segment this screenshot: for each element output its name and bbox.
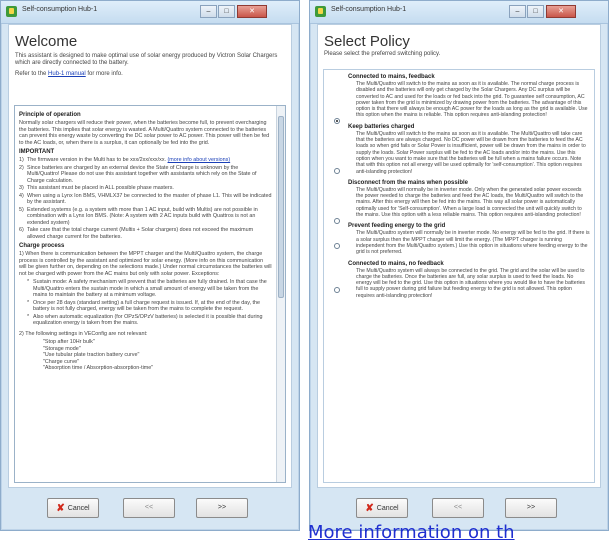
cancel-x-icon: ✘ — [365, 503, 374, 514]
important-item: 4) When using a Lynx Ion BMS, VHMLX37 be … — [19, 192, 272, 206]
policy-option[interactable]: Connected to mains, feedback The Multi/Q… — [328, 74, 590, 124]
setting-item: "Absorption time / Absorption-absorption… — [43, 365, 154, 371]
important-item: 3) This assistant must be placed in ALL p… — [19, 185, 174, 191]
select-policy-window: Self-consumption Hub-1 – □ ✕ Select Poli… — [309, 0, 609, 531]
manual-link[interactable]: Hub-1 manual — [48, 71, 86, 77]
intro-text: This assistant is designed to make optim… — [15, 53, 278, 66]
manual-suffix: for more info. — [87, 71, 123, 77]
cancel-button[interactable]: ✘ Cancel — [356, 498, 408, 518]
option-heading: Connected to mains, feedback — [348, 74, 435, 80]
important-item: 2) Since batteries are charged by an exte… — [19, 164, 257, 184]
window-title: Self-consumption Hub-1 — [331, 6, 407, 13]
option-text: The Multi/Quattro will normally be in in… — [356, 186, 584, 219]
charge-bullet: * Sustain mode: A safety mechanism will p… — [27, 279, 267, 298]
back-button[interactable]: << — [123, 498, 175, 518]
policy-option[interactable]: Disconnect from the mains when possible … — [328, 179, 590, 224]
charge-bullet: * Also when automatic equalization (for O… — [27, 313, 263, 327]
principle-heading: Principle of operation — [19, 112, 81, 118]
button-bar: ✘ Cancel << >> — [1, 490, 299, 530]
radio-button[interactable] — [334, 243, 340, 250]
principle-text: Normally solar chargers will reduce thei… — [19, 120, 270, 146]
next-button[interactable]: >> — [196, 498, 248, 518]
title-bar: Self-consumption Hub-1 – □ ✕ — [310, 1, 608, 24]
page-title: Welcome — [15, 33, 78, 50]
app-icon — [6, 6, 17, 17]
charge-bullet: * Once per 28 days (standard setting) a f… — [27, 299, 261, 313]
cancel-x-icon: ✘ — [56, 503, 65, 514]
info-scroll-box[interactable]: Principle of operation Normally solar ch… — [14, 105, 286, 483]
back-button[interactable]: << — [432, 498, 484, 518]
manual-prefix: Refer to the — [15, 71, 47, 77]
more-info-link[interactable]: More information on th — [308, 522, 515, 543]
vertical-scrollbar[interactable] — [276, 106, 285, 482]
close-button[interactable]: ✕ — [237, 5, 267, 18]
welcome-window: Self-consumption Hub-1 – □ ✕ Welcome Thi… — [0, 0, 300, 531]
option-heading: Connected to mains, no feedback — [348, 260, 444, 267]
page-title: Select Policy — [324, 33, 410, 50]
maximize-button[interactable]: □ — [527, 5, 544, 18]
option-text: The Multi/Quattro system will always be … — [356, 267, 585, 299]
policy-options: Connected to mains, feedback The Multi/Q… — [323, 69, 595, 483]
radio-button[interactable] — [334, 286, 340, 293]
option-text: The Multi/Quattro will switch to the mai… — [356, 81, 588, 119]
minimize-button[interactable]: – — [200, 5, 217, 18]
option-heading: Prevent feeding energy to the grid — [348, 223, 446, 230]
cancel-button[interactable]: ✘ Cancel — [47, 498, 99, 518]
option-text: The Multi/Quattro system will normally b… — [356, 230, 590, 256]
title-bar: Self-consumption Hub-1 – □ ✕ — [1, 1, 299, 24]
option-text: The Multi/Quattro will switch to the mai… — [356, 130, 586, 175]
scrollbar-thumb[interactable] — [278, 116, 284, 298]
policy-intro: Please select the preferred switching po… — [324, 51, 441, 57]
minimize-button[interactable]: – — [509, 5, 526, 18]
important-item: 1) The firmware version in the Multi has … — [19, 157, 231, 163]
next-button[interactable]: >> — [505, 498, 557, 518]
option-heading: Disconnect from the mains when possible — [348, 179, 469, 186]
radio-button[interactable] — [334, 167, 340, 174]
welcome-content: Welcome This assistant is designed to ma… — [8, 24, 292, 488]
charge-process-heading: Charge process — [19, 243, 65, 249]
window-title: Self-consumption Hub-1 — [22, 6, 98, 13]
policy-content: Select Policy Please select the preferre… — [317, 24, 601, 488]
versions-link[interactable]: (more info about versions) — [168, 157, 231, 163]
charge-process-text: 1) When there is communication between t… — [19, 251, 272, 277]
important-item: 6) Take care that the total charge curren… — [19, 227, 254, 240]
settings-intro: 2) The following settings in VEConfig ar… — [19, 330, 148, 337]
important-heading: IMPORTANT — [19, 149, 55, 155]
app-icon — [315, 6, 326, 17]
close-button[interactable]: ✕ — [546, 5, 576, 18]
maximize-button[interactable]: □ — [218, 5, 235, 18]
policy-option[interactable]: Keep batteries charged The Multi/Quattro… — [328, 124, 590, 175]
policy-option[interactable]: Connected to mains, no feedback The Mult… — [328, 261, 590, 299]
policy-option[interactable]: Prevent feeding energy to the grid The M… — [328, 223, 590, 255]
option-heading: Keep batteries charged — [348, 123, 415, 130]
manual-reference: Refer to the Hub-1 manual for more info. — [15, 71, 283, 78]
important-item: 5) Extended systems (e.g. a system with m… — [19, 206, 258, 226]
